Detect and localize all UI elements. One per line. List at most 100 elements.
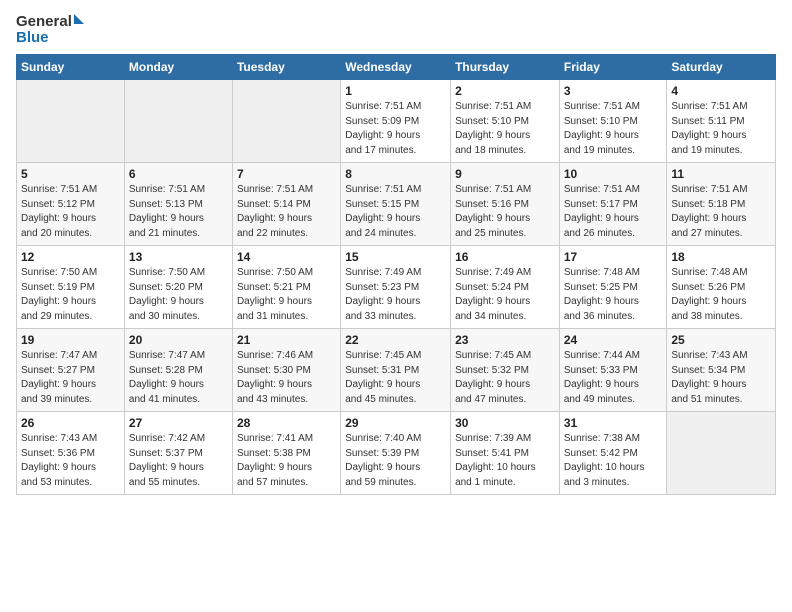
day-number: 5 — [21, 167, 120, 181]
day-cell: 7 Sunrise: 7:51 AM Sunset: 5:14 PM Daylig… — [232, 163, 340, 246]
day-info: Sunrise: 7:51 AM Sunset: 5:09 PM Dayligh… — [345, 100, 446, 158]
day-cell: 6 Sunrise: 7:51 AM Sunset: 5:13 PM Daylig… — [124, 163, 232, 246]
day-number: 30 — [455, 416, 555, 430]
day-info: Sunrise: 7:51 AM Sunset: 5:14 PM Dayligh… — [237, 183, 336, 241]
day-cell: 31 Sunrise: 7:38 AM Sunset: 5:42 PM Dayli… — [559, 412, 667, 495]
day-info: Sunrise: 7:48 AM Sunset: 5:25 PM Dayligh… — [564, 266, 663, 324]
day-cell: 15 Sunrise: 7:49 AM Sunset: 5:23 PM Dayli… — [341, 246, 451, 329]
day-number: 14 — [237, 250, 336, 264]
day-number: 27 — [129, 416, 228, 430]
day-cell: 25 Sunrise: 7:43 AM Sunset: 5:34 PM Dayli… — [667, 329, 776, 412]
day-number: 8 — [345, 167, 446, 181]
day-info: Sunrise: 7:45 AM Sunset: 5:31 PM Dayligh… — [345, 349, 446, 407]
day-info: Sunrise: 7:49 AM Sunset: 5:23 PM Dayligh… — [345, 266, 446, 324]
day-number: 15 — [345, 250, 446, 264]
day-number: 22 — [345, 333, 446, 347]
day-number: 31 — [564, 416, 663, 430]
logo-svg: GeneralBlue — [16, 10, 86, 46]
day-cell: 27 Sunrise: 7:42 AM Sunset: 5:37 PM Dayli… — [124, 412, 232, 495]
day-info: Sunrise: 7:42 AM Sunset: 5:37 PM Dayligh… — [129, 432, 228, 490]
weekday-header-sunday: Sunday — [17, 55, 125, 80]
day-info: Sunrise: 7:51 AM Sunset: 5:12 PM Dayligh… — [21, 183, 120, 241]
day-number: 1 — [345, 84, 446, 98]
day-info: Sunrise: 7:47 AM Sunset: 5:27 PM Dayligh… — [21, 349, 120, 407]
day-info: Sunrise: 7:51 AM Sunset: 5:18 PM Dayligh… — [671, 183, 771, 241]
day-cell: 2Sunrise: 7:51 AM Sunset: 5:10 PM Daylig… — [451, 80, 560, 163]
weekday-header-friday: Friday — [559, 55, 667, 80]
day-number: 24 — [564, 333, 663, 347]
day-number: 10 — [564, 167, 663, 181]
day-info: Sunrise: 7:51 AM Sunset: 5:11 PM Dayligh… — [671, 100, 771, 158]
day-number: 9 — [455, 167, 555, 181]
day-info: Sunrise: 7:50 AM Sunset: 5:20 PM Dayligh… — [129, 266, 228, 324]
week-row-4: 19 Sunrise: 7:47 AM Sunset: 5:27 PM Dayli… — [17, 329, 776, 412]
day-cell: 13 Sunrise: 7:50 AM Sunset: 5:20 PM Dayli… — [124, 246, 232, 329]
day-info: Sunrise: 7:51 AM Sunset: 5:17 PM Dayligh… — [564, 183, 663, 241]
day-number: 12 — [21, 250, 120, 264]
day-cell: 18 Sunrise: 7:48 AM Sunset: 5:26 PM Dayli… — [667, 246, 776, 329]
svg-text:Blue: Blue — [16, 29, 49, 46]
day-number: 25 — [671, 333, 771, 347]
week-row-2: 5 Sunrise: 7:51 AM Sunset: 5:12 PM Daylig… — [17, 163, 776, 246]
day-info: Sunrise: 7:40 AM Sunset: 5:39 PM Dayligh… — [345, 432, 446, 490]
day-cell: 10 Sunrise: 7:51 AM Sunset: 5:17 PM Dayli… — [559, 163, 667, 246]
day-cell: 14 Sunrise: 7:50 AM Sunset: 5:21 PM Dayli… — [232, 246, 340, 329]
logo: GeneralBlue — [16, 10, 86, 46]
day-cell: 5 Sunrise: 7:51 AM Sunset: 5:12 PM Daylig… — [17, 163, 125, 246]
weekday-header-monday: Monday — [124, 55, 232, 80]
day-cell — [232, 80, 340, 163]
weekday-header-wednesday: Wednesday — [341, 55, 451, 80]
day-info: Sunrise: 7:51 AM Sunset: 5:13 PM Dayligh… — [129, 183, 228, 241]
day-info: Sunrise: 7:39 AM Sunset: 5:41 PM Dayligh… — [455, 432, 555, 490]
day-info: Sunrise: 7:50 AM Sunset: 5:19 PM Dayligh… — [21, 266, 120, 324]
day-cell: 17Sunrise: 7:48 AM Sunset: 5:25 PM Dayli… — [559, 246, 667, 329]
weekday-header-saturday: Saturday — [667, 55, 776, 80]
day-info: Sunrise: 7:49 AM Sunset: 5:24 PM Dayligh… — [455, 266, 555, 324]
day-cell: 16Sunrise: 7:49 AM Sunset: 5:24 PM Dayli… — [451, 246, 560, 329]
day-cell — [17, 80, 125, 163]
calendar: SundayMondayTuesdayWednesdayThursdayFrid… — [16, 54, 776, 495]
day-number: 11 — [671, 167, 771, 181]
day-cell: 11 Sunrise: 7:51 AM Sunset: 5:18 PM Dayli… — [667, 163, 776, 246]
day-info: Sunrise: 7:51 AM Sunset: 5:15 PM Dayligh… — [345, 183, 446, 241]
svg-text:General: General — [16, 13, 72, 30]
day-number: 19 — [21, 333, 120, 347]
day-info: Sunrise: 7:43 AM Sunset: 5:34 PM Dayligh… — [671, 349, 771, 407]
day-info: Sunrise: 7:50 AM Sunset: 5:21 PM Dayligh… — [237, 266, 336, 324]
page: GeneralBlue SundayMondayTuesdayWednesday… — [0, 0, 792, 612]
day-cell: 30 Sunrise: 7:39 AM Sunset: 5:41 PM Dayli… — [451, 412, 560, 495]
day-cell: 29Sunrise: 7:40 AM Sunset: 5:39 PM Dayli… — [341, 412, 451, 495]
day-cell — [667, 412, 776, 495]
weekday-header-tuesday: Tuesday — [232, 55, 340, 80]
day-info: Sunrise: 7:45 AM Sunset: 5:32 PM Dayligh… — [455, 349, 555, 407]
day-info: Sunrise: 7:41 AM Sunset: 5:38 PM Dayligh… — [237, 432, 336, 490]
day-number: 18 — [671, 250, 771, 264]
day-info: Sunrise: 7:47 AM Sunset: 5:28 PM Dayligh… — [129, 349, 228, 407]
day-number: 13 — [129, 250, 228, 264]
day-number: 3 — [564, 84, 663, 98]
day-number: 21 — [237, 333, 336, 347]
week-row-3: 12 Sunrise: 7:50 AM Sunset: 5:19 PM Dayli… — [17, 246, 776, 329]
day-info: Sunrise: 7:48 AM Sunset: 5:26 PM Dayligh… — [671, 266, 771, 324]
day-cell: 24 Sunrise: 7:44 AM Sunset: 5:33 PM Dayli… — [559, 329, 667, 412]
day-number: 7 — [237, 167, 336, 181]
day-info: Sunrise: 7:38 AM Sunset: 5:42 PM Dayligh… — [564, 432, 663, 490]
weekday-header-row: SundayMondayTuesdayWednesdayThursdayFrid… — [17, 55, 776, 80]
day-number: 28 — [237, 416, 336, 430]
day-info: Sunrise: 7:51 AM Sunset: 5:10 PM Dayligh… — [564, 100, 663, 158]
day-number: 4 — [671, 84, 771, 98]
day-cell: 21 Sunrise: 7:46 AM Sunset: 5:30 PM Dayli… — [232, 329, 340, 412]
day-info: Sunrise: 7:44 AM Sunset: 5:33 PM Dayligh… — [564, 349, 663, 407]
week-row-1: 1 Sunrise: 7:51 AM Sunset: 5:09 PM Daylig… — [17, 80, 776, 163]
day-cell: 20Sunrise: 7:47 AM Sunset: 5:28 PM Dayli… — [124, 329, 232, 412]
day-number: 26 — [21, 416, 120, 430]
day-number: 6 — [129, 167, 228, 181]
day-number: 23 — [455, 333, 555, 347]
day-cell: 19 Sunrise: 7:47 AM Sunset: 5:27 PM Dayli… — [17, 329, 125, 412]
header: GeneralBlue — [16, 10, 776, 46]
day-cell: 1 Sunrise: 7:51 AM Sunset: 5:09 PM Daylig… — [341, 80, 451, 163]
day-number: 2 — [455, 84, 555, 98]
day-cell — [124, 80, 232, 163]
day-info: Sunrise: 7:46 AM Sunset: 5:30 PM Dayligh… — [237, 349, 336, 407]
day-cell: 22 Sunrise: 7:45 AM Sunset: 5:31 PM Dayli… — [341, 329, 451, 412]
